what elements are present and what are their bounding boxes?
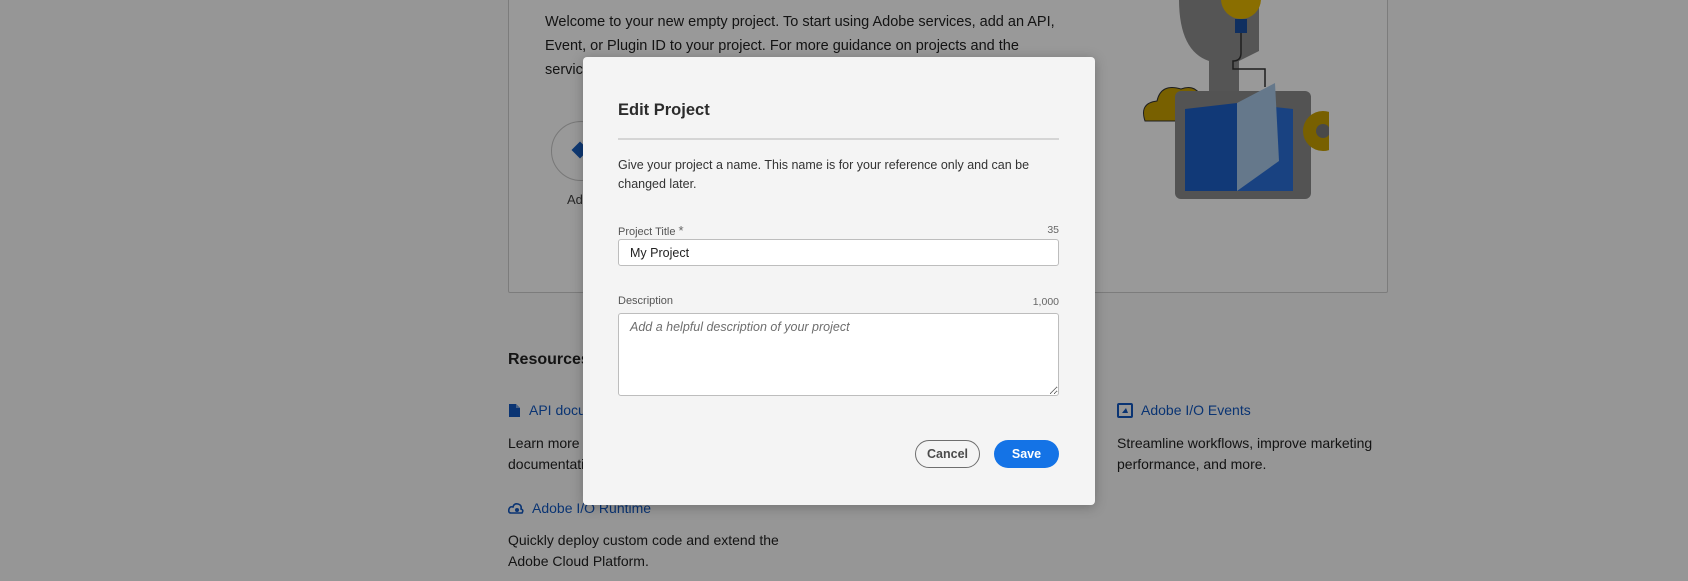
description-textarea[interactable]: [618, 313, 1059, 396]
save-button[interactable]: Save: [994, 440, 1059, 468]
edit-project-dialog: Edit Project Give your project a name. T…: [583, 57, 1095, 505]
project-title-input[interactable]: [618, 239, 1059, 266]
dialog-description: Give your project a name. This name is f…: [618, 158, 1030, 191]
dialog-title: Edit Project: [618, 101, 710, 119]
required-asterisk-icon: *: [678, 223, 684, 238]
title-divider: [618, 138, 1059, 140]
description-label: Description: [618, 295, 674, 307]
project-title-label: Project Title *: [618, 223, 684, 238]
cancel-button[interactable]: Cancel: [915, 440, 980, 468]
project-title-char-limit: 35: [1047, 224, 1059, 236]
description-char-limit: 1,000: [1032, 296, 1059, 308]
project-title-label-text: Project Title: [618, 226, 676, 238]
